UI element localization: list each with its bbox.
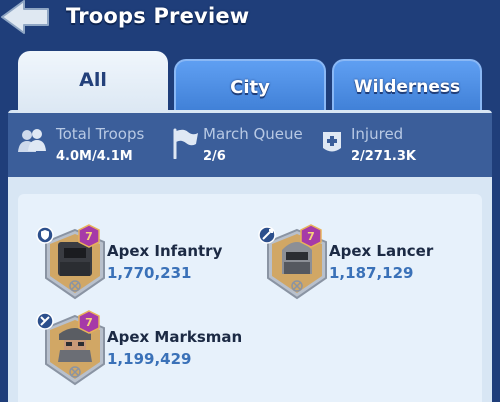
medical-cross-icon (323, 132, 341, 152)
tab-all[interactable]: All (18, 51, 168, 115)
tab-city[interactable]: City (174, 59, 326, 113)
header-bar: Troops Preview (0, 0, 500, 40)
tab-city-label: City (230, 76, 270, 98)
page-title: Troops Preview (66, 4, 250, 28)
troop-name: Apex Infantry (107, 242, 223, 260)
troops-icon (18, 129, 46, 152)
stat-label: Total Troops (56, 125, 145, 143)
troop-name: Apex Lancer (329, 242, 434, 260)
tier-number: 7 (85, 316, 93, 329)
tier-number: 7 (307, 230, 315, 243)
troop-count: 1,770,231 (107, 264, 192, 282)
troop-count: 1,187,129 (329, 264, 414, 282)
troop-item[interactable]: 7 Apex Marksman 1,199,429 (36, 310, 252, 394)
stat-march-queue: March Queue 2/6 (168, 113, 318, 177)
tab-wilderness-label: Wilderness (353, 77, 461, 97)
back-arrow-icon (1, 0, 49, 34)
tab-wilderness[interactable]: Wilderness (332, 59, 482, 113)
stat-label: March Queue (203, 125, 303, 143)
crosshair-icon (36, 312, 54, 330)
stat-injured: Injured 2/271.3K (320, 113, 490, 177)
troop-count: 1,199,429 (107, 350, 192, 368)
stat-value: 4.0M/4.1M (56, 149, 133, 164)
stat-value: 2/271.3K (351, 149, 416, 164)
tab-all-label: All (79, 69, 107, 91)
troop-item[interactable]: 7 Apex Lancer 1,187,129 (258, 224, 474, 308)
tier-badge-icon: 7 (300, 224, 322, 248)
tier-badge-icon: 7 (78, 224, 100, 248)
stat-total-troops: Total Troops 4.0M/4.1M (14, 113, 164, 177)
troops-list: 7 Apex Infantry 1,770,231 7 Apex Lancer … (18, 194, 482, 402)
stat-label: Injured (351, 125, 404, 143)
tier-badge-icon: 7 (78, 310, 100, 334)
tier-number: 7 (85, 230, 93, 243)
troop-item[interactable]: 7 Apex Infantry 1,770,231 (36, 224, 252, 308)
troop-name: Apex Marksman (107, 328, 243, 346)
back-button[interactable] (0, 0, 54, 34)
stat-value: 2/6 (203, 149, 226, 164)
shield-icon (36, 226, 54, 244)
stats-bar: Total Troops 4.0M/4.1M March Queue 2/6 I… (8, 113, 492, 177)
flag-icon (173, 128, 198, 159)
lance-icon (258, 226, 276, 244)
